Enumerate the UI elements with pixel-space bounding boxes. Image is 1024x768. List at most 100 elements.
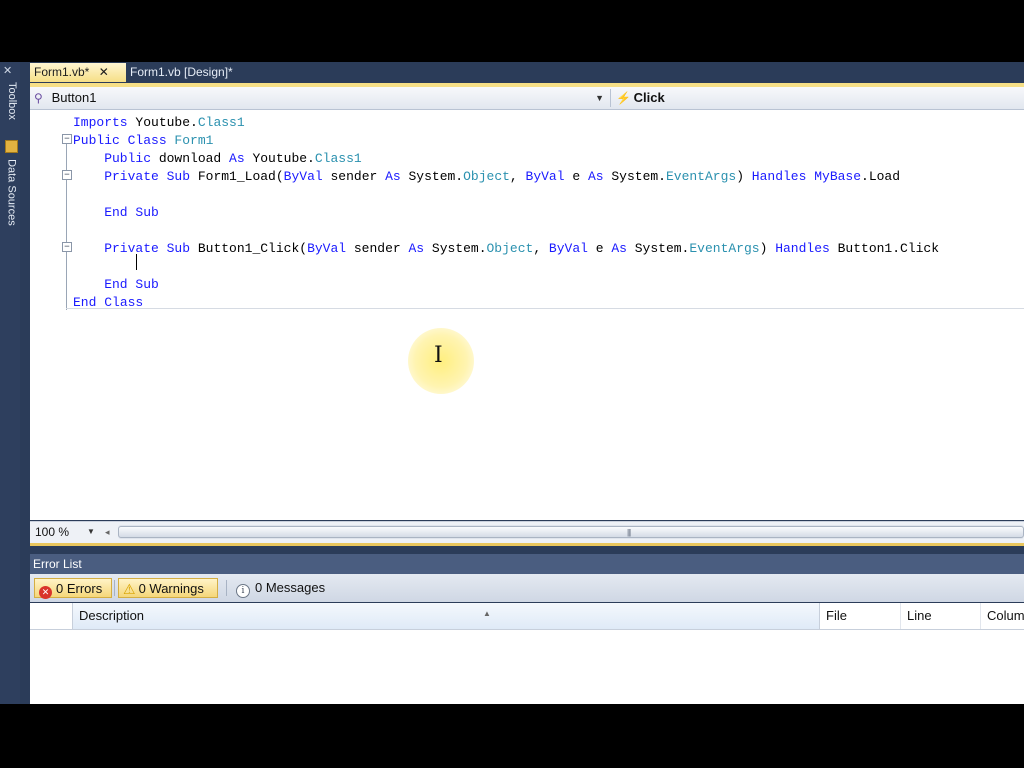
scrollbar-thumb[interactable]: ||| bbox=[118, 526, 1024, 538]
code-token: As bbox=[611, 241, 635, 256]
code-token: Form1_Load( bbox=[197, 169, 284, 184]
warnings-count: 0 Warnings bbox=[138, 581, 204, 596]
errors-filter-button[interactable]: ✕ 0 Errors bbox=[34, 578, 112, 599]
code-token: Private bbox=[73, 241, 167, 256]
tab-form1-vb[interactable]: Form1.vb* ✕ bbox=[30, 63, 126, 82]
code-token: , bbox=[509, 169, 526, 184]
code-token: As bbox=[587, 169, 612, 184]
scroll-left-icon[interactable]: ◂ bbox=[105, 527, 110, 538]
method-name-value: Click bbox=[633, 90, 665, 105]
method-name-dropdown[interactable]: ⚡ Click bbox=[616, 89, 1020, 107]
toolbox-label: Toolbox bbox=[6, 82, 18, 120]
code-token: Class1 bbox=[314, 151, 362, 166]
code-token: Imports bbox=[73, 115, 136, 130]
code-token: As bbox=[385, 169, 409, 184]
info-icon: i bbox=[236, 584, 250, 598]
code-token: Object bbox=[463, 169, 510, 184]
grip-icon: ||| bbox=[627, 528, 631, 537]
document-tabs: Form1.vb* ✕ Form1.vb [Design]* bbox=[30, 62, 1024, 83]
code-token: ByVal bbox=[525, 169, 573, 184]
code-token: EventArgs bbox=[665, 169, 737, 184]
messages-filter-button[interactable]: i 0 Messages bbox=[232, 578, 352, 598]
code-token: End bbox=[73, 277, 136, 292]
collapse-icon[interactable]: − bbox=[62, 134, 72, 144]
code-token: Class bbox=[104, 295, 144, 310]
zoom-dropdown-icon[interactable]: ▼ bbox=[87, 527, 95, 536]
class-name-value: Button1 bbox=[51, 90, 97, 105]
code-token: Form1 bbox=[174, 133, 214, 148]
messages-count: 0 Messages bbox=[255, 580, 326, 595]
navigation-bar: ⚲ Button1 ▼ ⚡ Click bbox=[30, 87, 1024, 110]
code-token: System. bbox=[634, 241, 690, 256]
panel-separator bbox=[30, 543, 1024, 546]
code-line: Private Sub Form1_Load(ByVal sender As S… bbox=[73, 168, 900, 186]
code-token: Public bbox=[73, 151, 159, 166]
code-token: e bbox=[595, 241, 612, 256]
code-end-rule bbox=[66, 308, 1024, 309]
code-token: Sub bbox=[166, 241, 198, 256]
tab-form1-design[interactable]: Form1.vb [Design]* bbox=[126, 63, 296, 82]
code-token: e bbox=[572, 169, 588, 184]
close-icon[interactable]: ✕ bbox=[99, 65, 109, 79]
code-line: End Class bbox=[73, 294, 143, 312]
error-list-toolbar: ✕ 0 Errors ⚠ 0 Warnings i 0 Messages bbox=[30, 574, 1024, 602]
code-token: EventArgs bbox=[689, 241, 760, 256]
code-token: sender bbox=[353, 241, 409, 256]
outline-gutter bbox=[66, 134, 67, 310]
code-token: Class bbox=[127, 133, 175, 148]
code-token: MyBase bbox=[814, 169, 862, 184]
ibeam-cursor-icon: I bbox=[434, 343, 443, 368]
error-icon: ✕ bbox=[39, 586, 52, 599]
chevron-down-icon[interactable]: ▼ bbox=[595, 89, 604, 107]
event-icon: ⚡ bbox=[616, 91, 631, 105]
code-token: ByVal bbox=[307, 241, 354, 256]
code-token: sender bbox=[330, 169, 386, 184]
collapse-icon[interactable]: − bbox=[62, 170, 72, 180]
column-file[interactable]: File bbox=[820, 603, 900, 629]
code-token: As bbox=[408, 241, 432, 256]
data-sources-tab[interactable]: Data Sources bbox=[2, 140, 18, 226]
zoom-scroll-bar: 100 % ▼ ◂ ||| bbox=[30, 521, 1024, 544]
code-line: Public download As Youtube.Class1 bbox=[73, 150, 362, 168]
code-token: ) bbox=[736, 169, 752, 184]
error-list-title: Error List bbox=[30, 554, 1024, 574]
code-token: ByVal bbox=[548, 241, 596, 256]
code-line: End Sub bbox=[73, 204, 159, 222]
code-token: Class1 bbox=[197, 115, 245, 130]
class-name-dropdown[interactable]: ⚲ Button1 ▼ bbox=[34, 89, 611, 107]
ide-window: ✕ Toolbox Data Sources Form1.vb* ✕ Form1… bbox=[0, 62, 1024, 704]
code-token: System. bbox=[408, 169, 464, 184]
code-token: ByVal bbox=[283, 169, 331, 184]
column-line[interactable]: Line bbox=[900, 603, 980, 629]
horizontal-scrollbar[interactable]: ||| bbox=[118, 525, 1024, 539]
collapse-icon[interactable]: − bbox=[62, 242, 72, 252]
code-token: Youtube. bbox=[135, 115, 198, 130]
column-label: Description bbox=[79, 608, 145, 623]
sort-icon: ▲ bbox=[483, 609, 491, 618]
column-column[interactable]: Colum bbox=[980, 603, 1024, 629]
column-label: Line bbox=[907, 608, 932, 623]
code-token: Button1.Click bbox=[837, 241, 940, 256]
code-token: Public bbox=[73, 133, 128, 148]
code-token: Sub bbox=[135, 277, 159, 292]
code-token: End bbox=[73, 205, 136, 220]
column-label: File bbox=[826, 608, 847, 623]
error-list-header: Description ▲ File Line Colum bbox=[30, 603, 1024, 630]
column-description[interactable]: Description ▲ bbox=[72, 603, 820, 629]
toolbox-tab[interactable]: Toolbox bbox=[2, 82, 18, 120]
warning-icon: ⚠ bbox=[123, 581, 136, 597]
data-sources-icon bbox=[5, 140, 18, 153]
tab-label: Form1.vb* bbox=[34, 65, 90, 79]
pin-icon[interactable]: ✕ bbox=[3, 64, 12, 77]
code-editor[interactable]: − − − Imports Youtube.Class1 Public Clas… bbox=[30, 110, 1024, 520]
code-token: .Load bbox=[861, 169, 901, 184]
code-token: System. bbox=[611, 169, 666, 184]
errors-count: 0 Errors bbox=[56, 581, 103, 596]
warnings-filter-button[interactable]: ⚠ 0 Warnings bbox=[118, 578, 218, 598]
zoom-level[interactable]: 100 % bbox=[35, 525, 69, 539]
code-token: download bbox=[158, 151, 230, 166]
code-token: Object bbox=[486, 241, 534, 256]
code-line: Public Class Form1 bbox=[73, 132, 213, 150]
code-token: As bbox=[229, 151, 253, 166]
side-tool-strip: ✕ Toolbox Data Sources bbox=[0, 62, 20, 704]
